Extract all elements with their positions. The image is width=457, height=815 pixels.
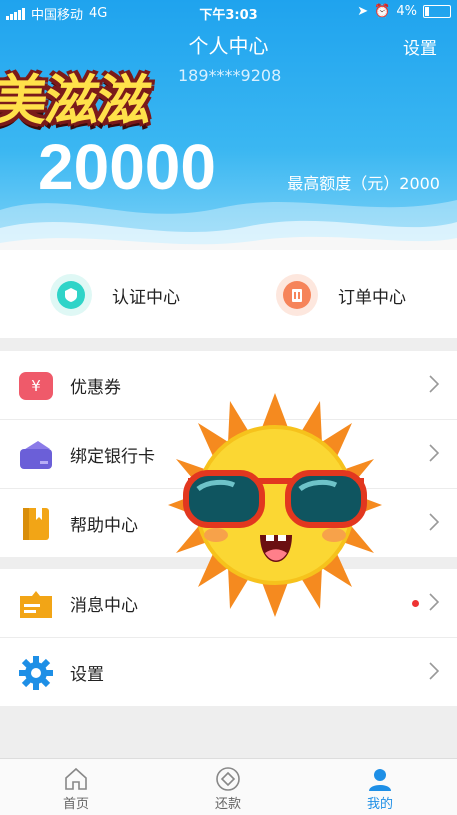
battery-label: 4% — [396, 4, 417, 19]
tab-label: 首页 — [62, 797, 89, 812]
menu-item-label: 帮助中心 — [70, 515, 138, 536]
order-center-button[interactable]: 订单中心 — [276, 274, 406, 316]
phone-number: 189****9208 — [178, 66, 282, 85]
tab-label: 还款 — [214, 797, 241, 812]
menu-item-label: 消息中心 — [70, 595, 138, 616]
unread-dot — [412, 600, 419, 607]
sticker-text: 美滋滋 — [0, 69, 153, 132]
bank-card-icon — [18, 437, 54, 473]
alarm-icon: ⏰ — [374, 4, 391, 19]
chevron-right-icon — [429, 593, 440, 615]
menu-item-label: 设置 — [70, 664, 104, 685]
user-icon — [340, 765, 420, 793]
menu-item-label: 绑定银行卡 — [70, 446, 155, 467]
tab-label: 我的 — [366, 797, 393, 812]
gear-icon — [18, 655, 54, 691]
order-center-label: 订单中心 — [338, 287, 406, 308]
sticker-image: 美滋滋 — [0, 52, 178, 136]
message-icon — [18, 586, 54, 622]
credit-limit-label: 最高额度（元）2000 — [287, 174, 440, 193]
tab-home[interactable]: 首页 — [36, 765, 116, 812]
battery-icon — [423, 5, 451, 18]
svg-text:¥: ¥ — [31, 377, 41, 395]
status-bar: 中国移动 4G 下午3:03 ➤ ⏰ 4% — [0, 0, 457, 24]
tab-repay[interactable]: 还款 — [188, 765, 268, 812]
chevron-right-icon — [429, 444, 440, 466]
sun-sticker-image — [168, 393, 382, 617]
coupon-icon: ¥ — [18, 368, 54, 404]
certification-center-label: 认证中心 — [112, 287, 180, 308]
repay-icon — [188, 765, 268, 793]
chevron-right-icon — [429, 662, 440, 684]
profile-header: 中国移动 4G 下午3:03 ➤ ⏰ 4% 个人中心 设置 189****920… — [0, 0, 457, 250]
credit-amount: 20000 — [38, 131, 216, 203]
help-book-icon — [18, 506, 54, 542]
certificate-icon — [50, 274, 92, 316]
chevron-right-icon — [429, 513, 440, 535]
menu-item-label: 优惠券 — [70, 377, 121, 398]
bottom-tab-bar: 首页 还款 我的 — [0, 758, 457, 815]
home-icon — [36, 765, 116, 793]
order-icon — [276, 274, 318, 316]
location-icon: ➤ — [357, 4, 369, 19]
chevron-right-icon — [429, 375, 440, 397]
tab-mine[interactable]: 我的 — [340, 765, 420, 812]
settings-link[interactable]: 设置 — [403, 34, 437, 59]
quick-actions: 认证中心 订单中心 — [0, 250, 457, 338]
menu-item-settings[interactable]: 设置 — [0, 638, 457, 706]
certification-center-button[interactable]: 认证中心 — [50, 274, 180, 316]
